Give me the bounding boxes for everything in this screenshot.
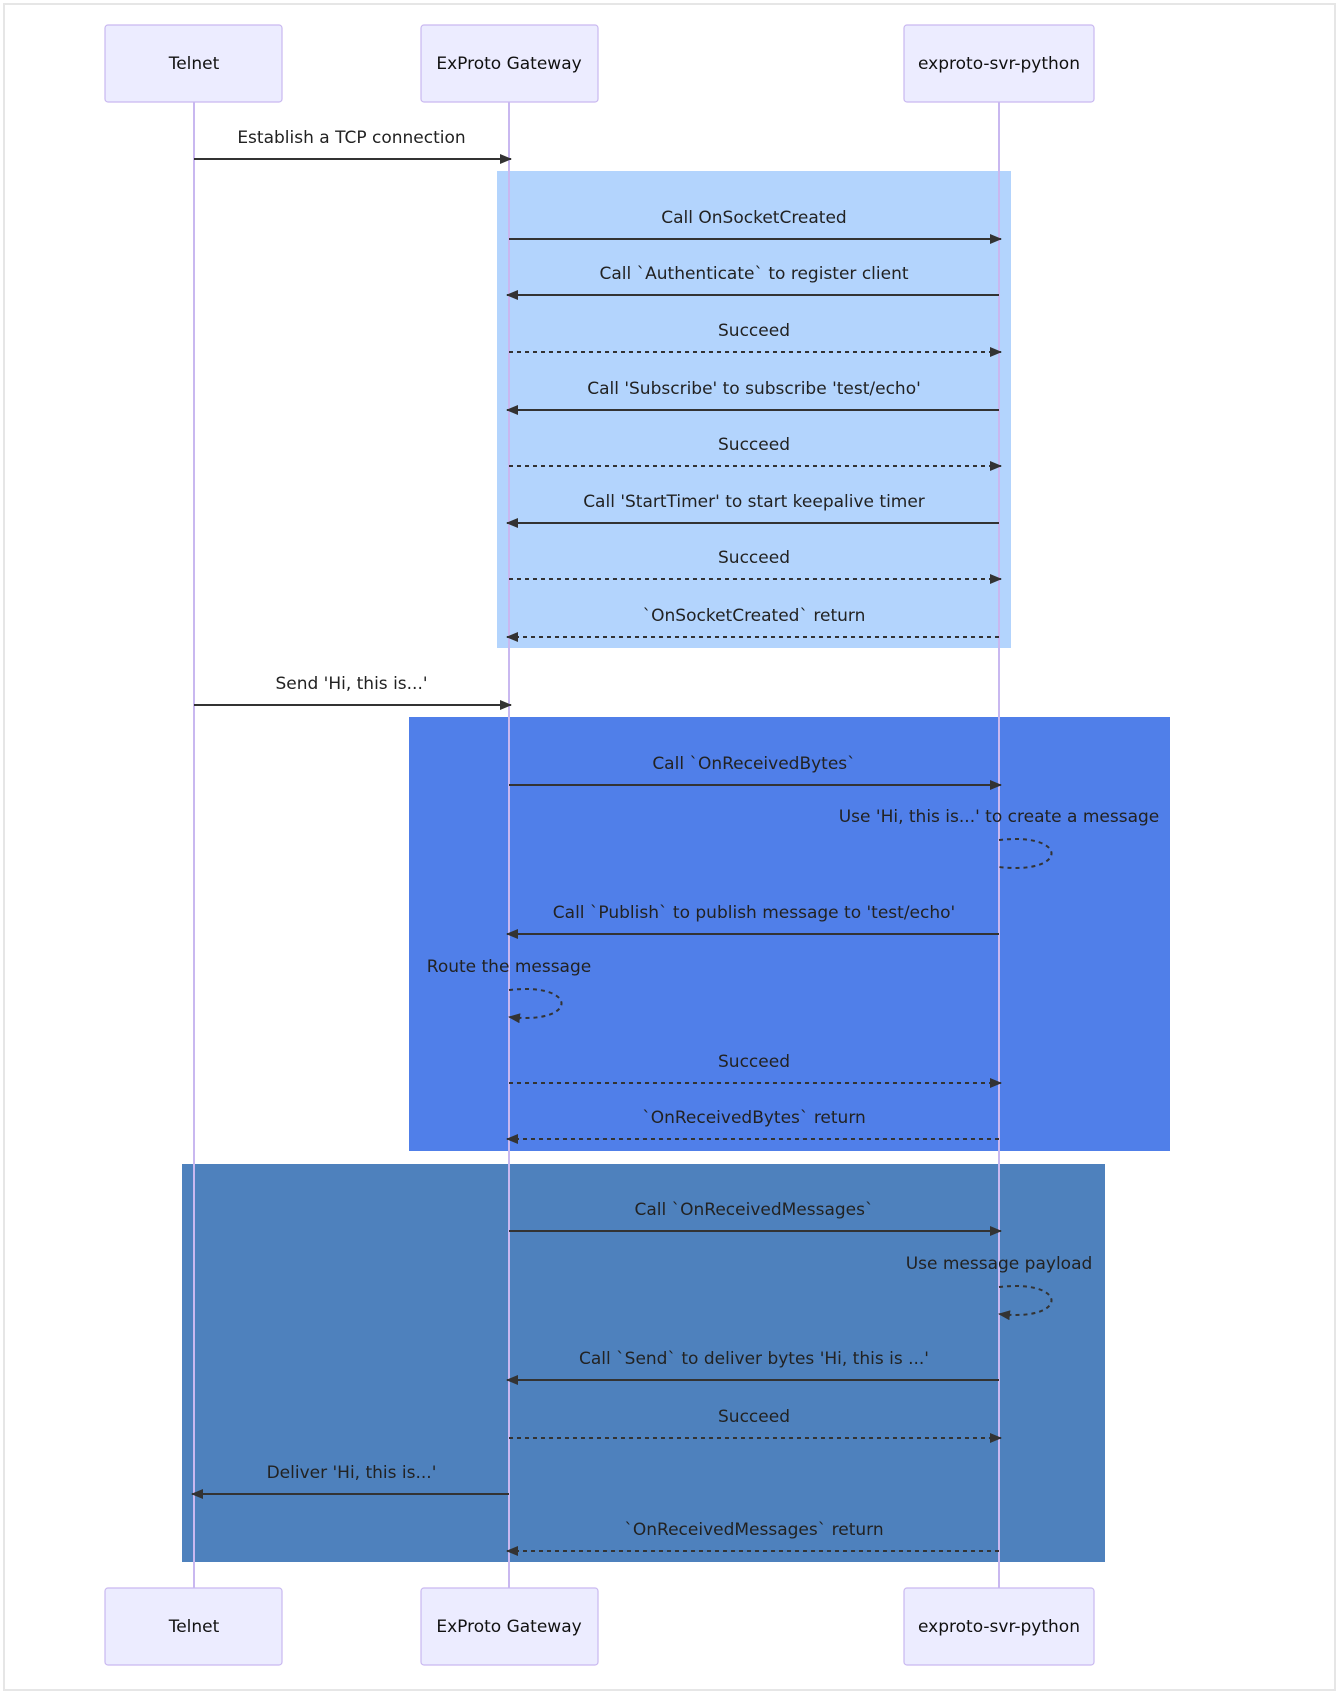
actor-label: ExProto Gateway bbox=[436, 1617, 581, 1637]
message-label: Deliver 'Hi, this is...' bbox=[267, 1463, 437, 1483]
actor-telnet-bottom[interactable]: Telnet bbox=[104, 1587, 283, 1666]
actor-label: Telnet bbox=[168, 1617, 220, 1637]
message-label: Call `Publish` to publish message to 'te… bbox=[553, 903, 955, 923]
message-label: Call 'Subscribe' to subscribe 'test/echo… bbox=[587, 379, 921, 399]
actor-telnet-top[interactable]: Telnet bbox=[104, 24, 283, 103]
message-label: Call `Send` to deliver bytes 'Hi, this i… bbox=[579, 1349, 929, 1369]
message-label: `OnReceivedMessages` return bbox=[624, 1520, 883, 1540]
actor-label: ExProto Gateway bbox=[436, 54, 581, 74]
actor-label: exproto-svr-python bbox=[918, 54, 1080, 74]
message-label: Establish a TCP connection bbox=[237, 128, 465, 148]
actor-gateway-top[interactable]: ExProto Gateway bbox=[420, 24, 599, 103]
message-label: Call OnSocketCreated bbox=[661, 208, 846, 228]
message: Send 'Hi, this is...' bbox=[194, 674, 512, 710]
message-label: Succeed bbox=[718, 1052, 790, 1072]
message-label: Succeed bbox=[718, 1407, 790, 1427]
message-label: Use 'Hi, this is...' to create a message bbox=[839, 807, 1160, 827]
message-label: Send 'Hi, this is...' bbox=[275, 674, 427, 694]
message-label: Succeed bbox=[718, 435, 790, 455]
message-label: `OnSocketCreated` return bbox=[643, 606, 866, 626]
actor-python-top[interactable]: exproto-svr-python bbox=[903, 24, 1095, 103]
message-label: Call 'StartTimer' to start keepalive tim… bbox=[583, 492, 925, 512]
message-label: Route the message bbox=[427, 957, 591, 977]
actor-python-bottom[interactable]: exproto-svr-python bbox=[903, 1587, 1095, 1666]
message-label: Use message payload bbox=[906, 1254, 1093, 1274]
message-label: Call `OnReceivedMessages` bbox=[634, 1200, 873, 1220]
message-label: Succeed bbox=[718, 548, 790, 568]
actor-label: Telnet bbox=[168, 54, 220, 74]
message-label: `OnReceivedBytes` return bbox=[642, 1108, 866, 1128]
message-label: Succeed bbox=[718, 321, 790, 341]
message: Establish a TCP connection bbox=[194, 128, 512, 164]
actor-label: exproto-svr-python bbox=[918, 1617, 1080, 1637]
message-label: Call `Authenticate` to register client bbox=[599, 264, 908, 284]
message-label: Call `OnReceivedBytes` bbox=[652, 754, 855, 774]
sequence-diagram: Telnet ExProto Gateway exproto-svr-pytho… bbox=[104, 24, 1170, 1666]
actor-gateway-bottom[interactable]: ExProto Gateway bbox=[420, 1587, 599, 1666]
